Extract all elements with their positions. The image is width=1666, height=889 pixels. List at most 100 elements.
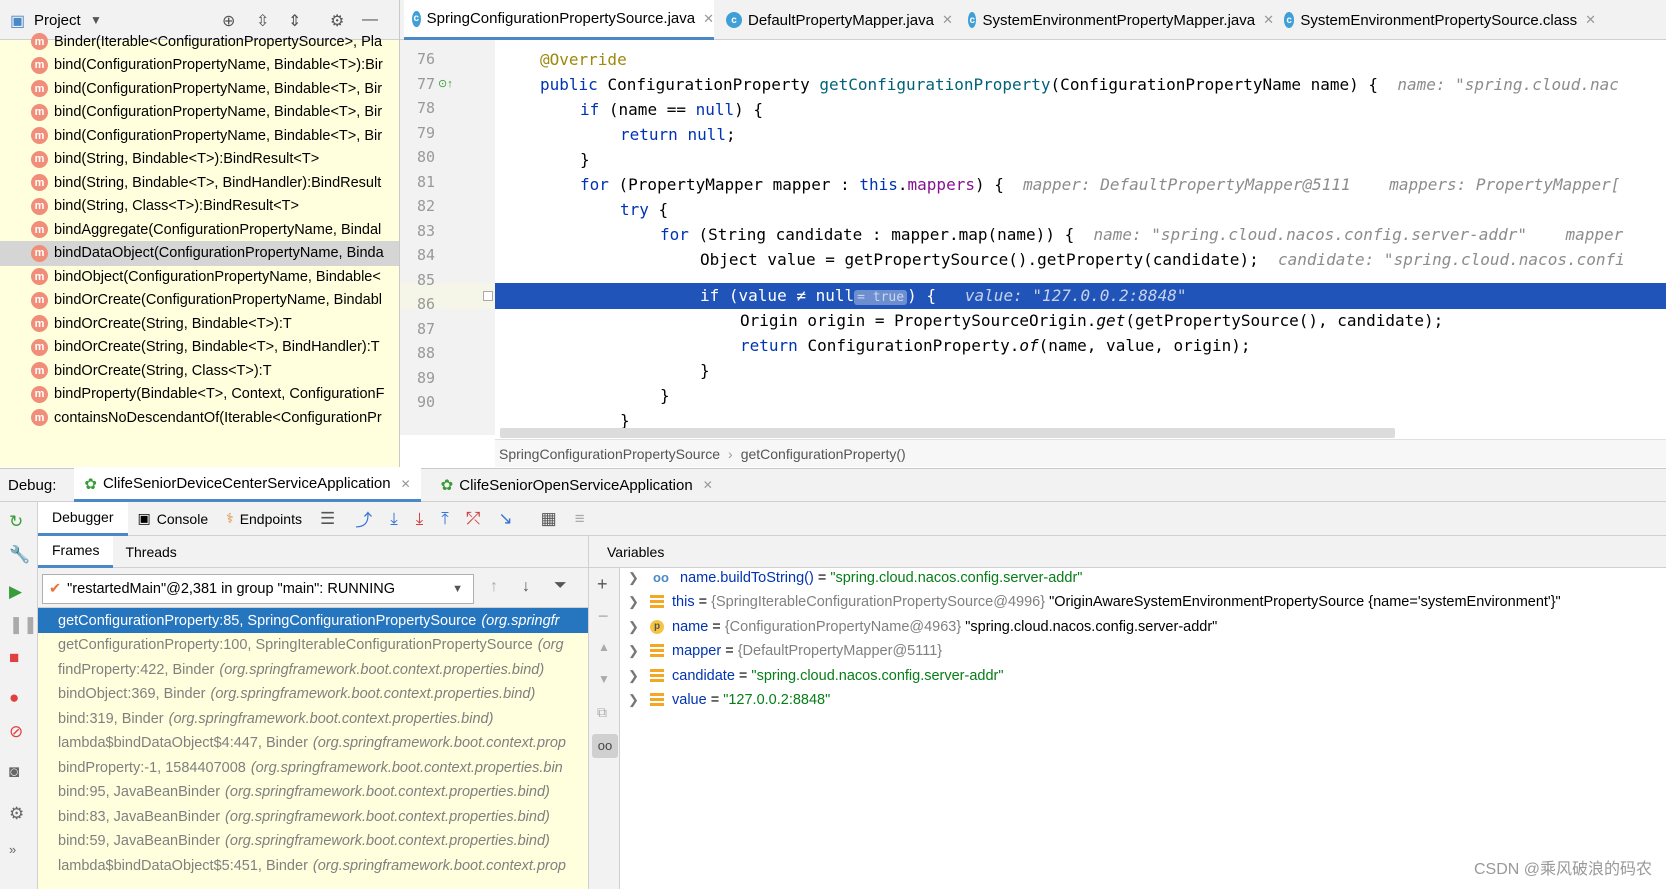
gear-icon[interactable]: ⚙ [330, 11, 344, 31]
evaluate-expression-icon[interactable]: ▦ [541, 509, 557, 529]
variable-row[interactable]: ❯ oo name.buildToString() = "spring.cloud.… [628, 565, 1082, 590]
frame-row[interactable]: bind:319, Binder (org.springframework.boo… [38, 706, 588, 731]
resume-icon[interactable]: ▶ [9, 582, 22, 602]
show-execution-point-icon[interactable]: ⤴ [355, 506, 372, 531]
view-breakpoints-icon[interactable]: ● [9, 688, 19, 708]
project-view-icon[interactable]: ▣ [10, 11, 25, 31]
horizontal-scrollbar[interactable] [500, 428, 1395, 438]
variable-row[interactable]: ❯ mapper = {DefaultPropertyMapper@5111} [628, 639, 942, 664]
line-number[interactable]: 85 [400, 271, 435, 289]
step-out-icon[interactable]: ⤒ [441, 509, 449, 529]
camera-icon[interactable]: ◙ [9, 762, 19, 782]
variable-row[interactable]: ❯ this = {SpringIterableConfigurationProp… [628, 590, 1561, 615]
filter-icon[interactable]: ⏷ [554, 577, 567, 595]
more-icon[interactable]: » [9, 842, 16, 857]
pause-icon[interactable]: ❚❚ [9, 615, 38, 635]
frame-row[interactable]: getConfigurationProperty:100, SpringIter… [38, 633, 588, 658]
method-list-item[interactable]: m bindObject(ConfigurationPropertyName, B… [0, 264, 399, 289]
method-list-item[interactable]: m bindOrCreate(String, Bindable<T>, BindH… [0, 335, 399, 360]
collapse-all-icon[interactable]: ⇕ [288, 11, 301, 31]
line-number[interactable]: 88 [400, 344, 435, 362]
chevron-right-icon[interactable]: ❯ [628, 594, 650, 610]
frame-row[interactable]: findProperty:422, Binder (org.springframe… [38, 657, 588, 682]
tab-frames[interactable]: Frames [38, 535, 114, 568]
tab-default-property-mapper[interactable]: c DefaultPropertyMapper.java ✕ [720, 0, 960, 40]
tab-system-environment-property-mapper[interactable]: c SystemEnvironmentPropertyMapper.java ✕ [962, 0, 1274, 40]
stop-icon[interactable]: ■ [9, 648, 19, 668]
method-list-item[interactable]: m bind(ConfigurationPropertyName, Bindabl… [0, 100, 399, 125]
method-list-item[interactable]: m bindOrCreate(String, Bindable<T>):T [0, 311, 399, 336]
method-list-item[interactable]: m bind(String, Bindable<T>, BindHandler):… [0, 170, 399, 195]
line-number[interactable]: 86 [400, 295, 435, 313]
chevron-right-icon[interactable]: ❯ [628, 643, 650, 659]
tab-debugger[interactable]: Debugger [38, 501, 128, 536]
method-list-item[interactable]: m bindAggregate(ConfigurationPropertyName… [0, 217, 399, 242]
line-number[interactable]: 82 [400, 197, 435, 215]
frame-row[interactable]: bindObject:369, Binder (org.springframewo… [38, 682, 588, 707]
method-list-item[interactable]: m bind(String, Bindable<T>):BindResult<T> [0, 147, 399, 172]
method-list-item[interactable]: m bind(ConfigurationPropertyName, Bindabl… [0, 123, 399, 148]
variable-row[interactable]: ❯ value = "127.0.0.2:8848" [628, 688, 830, 713]
line-number[interactable]: 80 [400, 148, 435, 166]
add-watch-icon[interactable]: + [597, 574, 608, 595]
gear-icon[interactable]: ⚙ [9, 804, 24, 824]
method-list-item[interactable]: m containsNoDescendantOf(Iterable<Configu… [0, 405, 399, 430]
frame-row[interactable]: getConfigurationProperty:85, SpringConfi… [38, 608, 588, 633]
variable-row[interactable]: ❯ candidate = "spring.cloud.nacos.config.… [628, 663, 1004, 688]
menu-icon[interactable]: ☰ [320, 509, 335, 529]
frame-row[interactable]: bind:95, JavaBeanBinder (org.springframew… [38, 780, 588, 805]
line-number[interactable]: 89 [400, 369, 435, 387]
drop-frame-icon[interactable]: ⤱ [467, 509, 481, 529]
debug-session-tab-device-center[interactable]: ✿ ClifeSeniorDeviceCenterServiceApplicat… [74, 468, 421, 502]
close-icon[interactable]: ✕ [401, 477, 411, 491]
hide-icon[interactable]: — [362, 11, 378, 29]
trace-icon[interactable]: ≡ [575, 509, 585, 529]
arrow-up-icon[interactable]: ↑ [490, 578, 498, 596]
line-number[interactable]: 84 [400, 246, 435, 264]
tab-console[interactable]: ▣ Console [128, 510, 219, 527]
line-number[interactable]: 79 [400, 124, 435, 142]
tab-endpoints[interactable]: ⚕ Endpoints [218, 510, 310, 527]
chevron-right-icon[interactable]: ❯ [628, 692, 650, 708]
breadcrumb-class[interactable]: SpringConfigurationPropertySource [499, 446, 720, 462]
move-down-icon[interactable]: ▼ [598, 672, 610, 686]
step-over-icon[interactable]: ⤓ [390, 509, 398, 529]
chevron-right-icon[interactable]: ❯ [628, 619, 650, 635]
frame-row[interactable]: bind:59, JavaBeanBinder (org.springframew… [38, 829, 588, 854]
line-number[interactable]: 76 [400, 50, 435, 68]
method-list-item[interactable]: m bindProperty(Bindable<T>, Context, Conf… [0, 382, 399, 407]
method-list-item[interactable]: m Binder(Iterable<ConfigurationPropertySo… [0, 29, 399, 54]
watches-toggle-icon[interactable]: oo [592, 734, 618, 758]
variable-row[interactable]: ❯ p name = {ConfigurationPropertyName@4963… [628, 614, 1217, 639]
move-up-icon[interactable]: ▲ [598, 640, 610, 654]
chevron-right-icon[interactable]: ❯ [628, 668, 650, 684]
mute-breakpoints-icon[interactable]: ⊘ [9, 722, 23, 742]
step-into-icon[interactable]: ⤓ [416, 509, 424, 529]
remove-watch-icon[interactable]: − [598, 606, 609, 627]
line-number[interactable]: 87 [400, 320, 435, 338]
chevron-right-icon[interactable]: ❯ [628, 570, 650, 586]
breadcrumb-method[interactable]: getConfigurationProperty() [741, 446, 906, 462]
fold-marker[interactable] [483, 291, 493, 301]
expand-all-icon[interactable]: ⇳ [256, 11, 269, 31]
arrow-down-icon[interactable]: ↓ [522, 578, 530, 596]
copy-icon[interactable]: ⧉ [597, 704, 607, 721]
chevron-down-icon[interactable]: ▼ [90, 13, 102, 27]
method-list-item[interactable]: m bindOrCreate(ConfigurationPropertyName,… [0, 288, 399, 313]
line-number[interactable]: 78 [400, 99, 435, 117]
method-list-item[interactable]: m bind(ConfigurationPropertyName, Bindabl… [0, 76, 399, 101]
close-icon[interactable]: ✕ [703, 11, 714, 27]
tab-system-environment-property-source[interactable]: c SystemEnvironmentPropertySource.class … [1276, 0, 1596, 40]
frame-row[interactable]: lambda$bindDataObject$4:447, Binder (org.… [38, 731, 588, 756]
close-icon[interactable]: ✕ [703, 478, 713, 492]
line-number[interactable]: 90 [400, 393, 435, 411]
run-to-cursor-icon[interactable]: ↘ [498, 509, 512, 529]
debug-session-tab-open-service[interactable]: ✿ ClifeSeniorOpenServiceApplication ✕ [431, 476, 723, 495]
frame-row[interactable]: bind:83, JavaBeanBinder (org.springframew… [38, 804, 588, 829]
close-icon[interactable]: ✕ [1585, 12, 1596, 28]
method-list-item[interactable]: m bindDataObject(ConfigurationPropertyNam… [0, 240, 399, 266]
settings-wrench-icon[interactable]: 🔧 [9, 545, 30, 565]
tab-threads[interactable]: Threads [113, 544, 188, 560]
line-number[interactable]: 83 [400, 222, 435, 240]
project-title[interactable]: Project [34, 12, 81, 29]
